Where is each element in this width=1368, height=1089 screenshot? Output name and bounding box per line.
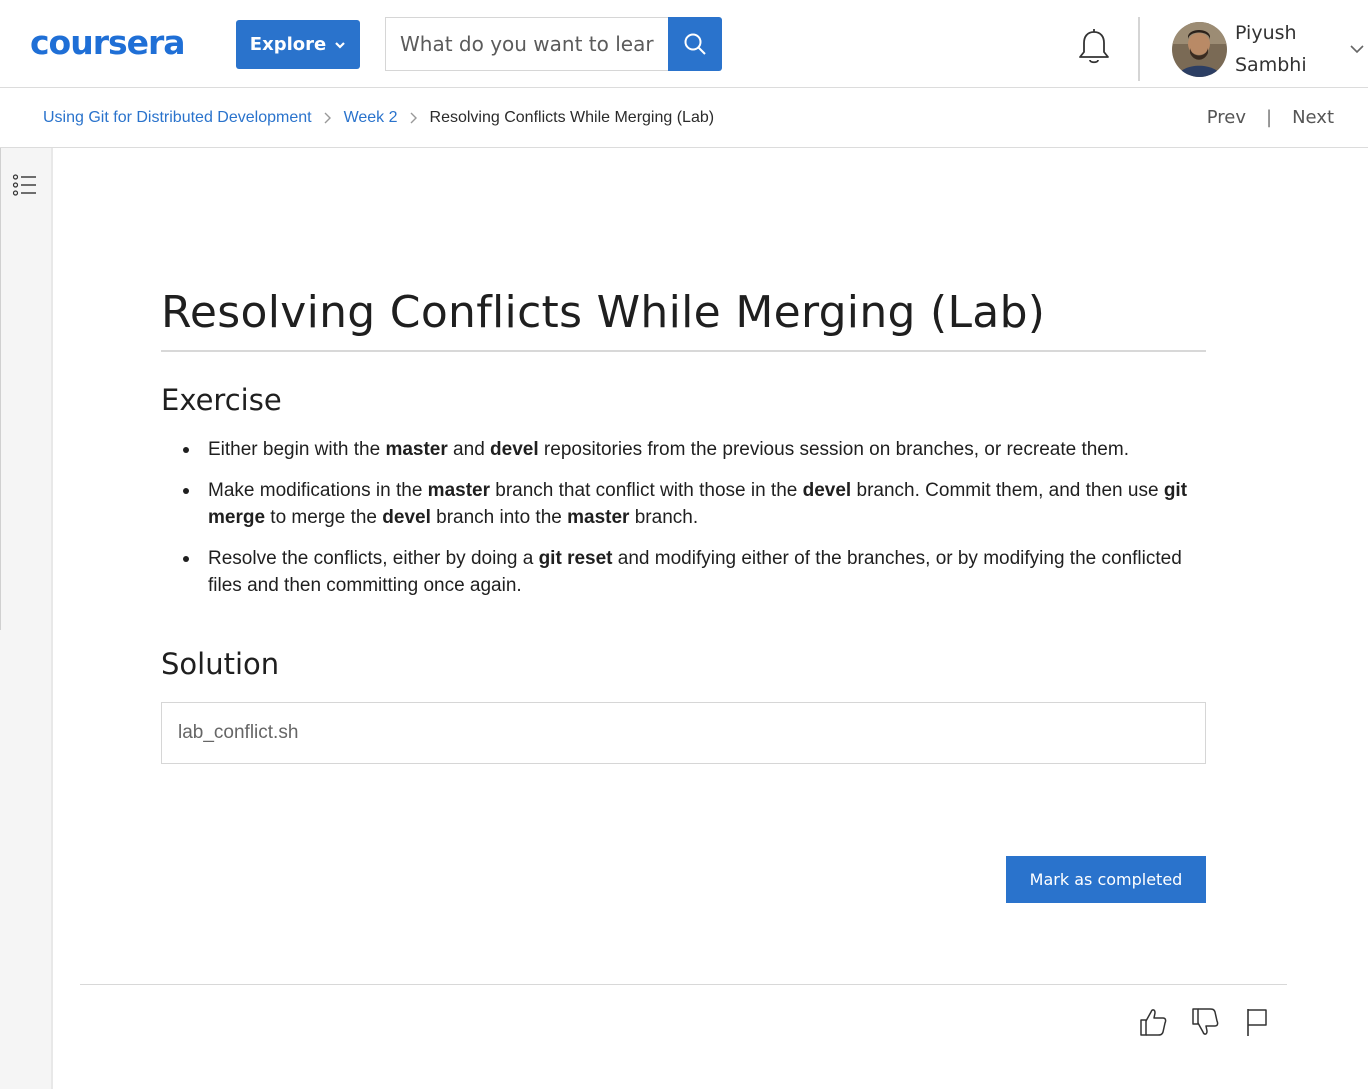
thumbs-down-icon[interactable] (1190, 1006, 1220, 1038)
exercise-item-text: to merge the (265, 507, 383, 528)
search-bar (385, 17, 722, 71)
exercise-item-emphasis: git reset (538, 548, 613, 569)
chevron-right-icon (324, 112, 331, 123)
explore-label: Explore (249, 34, 327, 55)
exercise-heading: Exercise (161, 383, 282, 417)
chevron-right-icon (410, 112, 417, 123)
thumbs-up-icon[interactable] (1138, 1006, 1168, 1038)
exercise-item-text: Make modifications in the (208, 480, 428, 501)
user-last-name: Sambhi (1235, 54, 1307, 76)
breadcrumb-current: Resolving Conflicts While Merging (Lab) (429, 108, 715, 126)
breadcrumb-bar: Using Git for Distributed Development We… (0, 88, 1368, 148)
exercise-item-emphasis: master (385, 439, 448, 460)
mark-completed-button[interactable]: Mark as completed (1006, 856, 1206, 903)
exercise-item-text: branch that conflict with those in the (490, 480, 803, 501)
chevron-down-icon[interactable] (1350, 44, 1364, 54)
exercise-item-text: Resolve the conflicts, either by doing a (208, 548, 539, 569)
top-header: coursera Explore Piyush Sambhi (0, 0, 1368, 88)
next-link[interactable]: Next (1292, 107, 1334, 128)
avatar[interactable] (1172, 22, 1227, 77)
solution-heading: Solution (161, 647, 280, 681)
nav-separator: | (1265, 107, 1273, 128)
exercise-item-text: branch. (629, 507, 699, 528)
footer-divider (80, 984, 1287, 985)
bell-icon[interactable] (1077, 28, 1111, 66)
list-icon[interactable] (12, 172, 38, 198)
exercise-item-emphasis: devel (802, 480, 852, 501)
solution-file-link[interactable]: lab_conflict.sh (161, 702, 1206, 764)
feedback-actions (1138, 1006, 1272, 1038)
solution-file-name: lab_conflict.sh (178, 722, 299, 743)
header-divider (1138, 17, 1140, 81)
explore-button[interactable]: Explore (236, 20, 360, 69)
exercise-item-emphasis: devel (382, 507, 431, 528)
breadcrumb: Using Git for Distributed Development We… (43, 88, 714, 147)
exercise-item-emphasis: master (567, 507, 630, 528)
flag-icon[interactable] (1242, 1006, 1272, 1038)
exercise-item-emphasis: devel (490, 439, 539, 460)
exercise-list: Either begin with the master and devel r… (161, 436, 1206, 613)
exercise-item: Resolve the conflicts, either by doing a… (183, 545, 1206, 599)
exercise-item-text: Either begin with the (208, 439, 386, 460)
prev-link[interactable]: Prev (1207, 107, 1246, 128)
chevron-down-icon (335, 41, 345, 49)
exercise-item-text: repositories from the previous session o… (538, 439, 1129, 460)
breadcrumb-course[interactable]: Using Git for Distributed Development (43, 109, 312, 127)
title-divider (161, 350, 1206, 352)
exercise-item: Make modifications in the master branch … (183, 477, 1206, 531)
left-sidebar (0, 148, 53, 1089)
exercise-item-emphasis: master (427, 480, 490, 501)
user-first-name: Piyush (1235, 22, 1297, 44)
sidebar-edge (0, 148, 1, 630)
user-name[interactable]: Piyush Sambhi (1235, 17, 1335, 81)
exercise-item-text: branch. Commit them, and then use (851, 480, 1164, 501)
prev-next-nav: Prev | Next (1207, 88, 1334, 147)
exercise-item: Either begin with the master and devel r… (183, 436, 1206, 463)
search-button[interactable] (668, 17, 722, 71)
search-input[interactable] (385, 17, 668, 71)
coursera-logo[interactable]: coursera (30, 22, 186, 64)
breadcrumb-week[interactable]: Week 2 (344, 109, 398, 127)
search-icon (684, 33, 706, 55)
page-title: Resolving Conflicts While Merging (Lab) (161, 287, 1046, 338)
exercise-item-text: and (447, 439, 491, 460)
exercise-item-text: branch into the (430, 507, 568, 528)
